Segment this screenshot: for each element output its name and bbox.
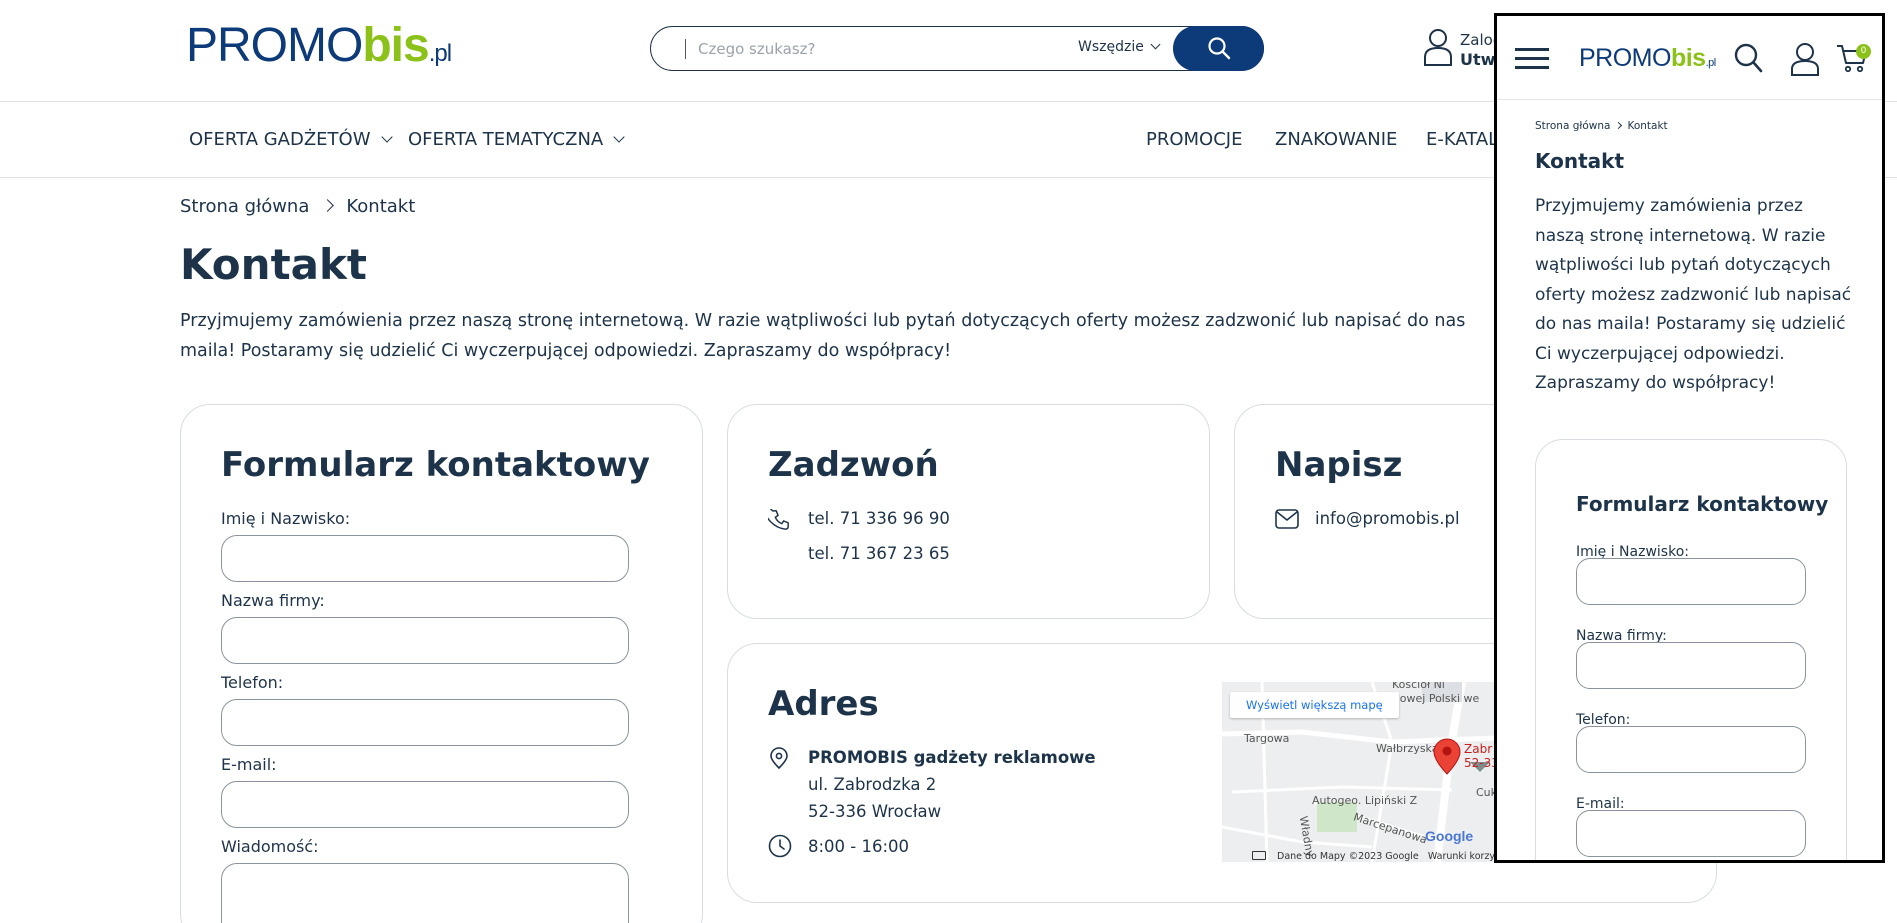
search-caret [685, 39, 686, 59]
nav-oferta-gadzetow-label: OFERTA GADŻETÓW [189, 129, 371, 150]
map-pin-label-1: Zabr [1464, 742, 1493, 756]
chevron-down-icon [380, 131, 393, 143]
breadcrumb-current: Kontakt [346, 196, 416, 217]
map-attribution-text: Dane do Mapy ©2023 Google [1277, 851, 1419, 862]
search-icon [1208, 37, 1231, 60]
search-bar: Wszędzie [650, 26, 1264, 71]
user-icon[interactable] [1421, 27, 1461, 67]
map-label-kosciol: Kościół Ni [1392, 682, 1445, 691]
search-input[interactable] [698, 33, 1038, 65]
email-field[interactable] [221, 781, 629, 828]
map-terms-link[interactable]: Warunki korzyst [1428, 851, 1504, 862]
map-label-polski: ólowej Polski we [1390, 692, 1480, 705]
nav-oferta-tematyczna[interactable]: OFERTA TEMATYCZNA [408, 129, 625, 150]
chevron-down-icon [1150, 39, 1161, 50]
mobile-logo-text-suffix: .pl [1705, 57, 1717, 69]
message-label: Wiadomość: [221, 837, 319, 856]
nav-e-katalog[interactable]: E-KATAL [1426, 129, 1498, 150]
address-city: 52-336 Wrocław [808, 802, 942, 821]
nav-oferta-tematyczna-label: OFERTA TEMATYCZNA [408, 129, 604, 150]
nav-promocje[interactable]: PROMOCJE [1146, 129, 1242, 150]
phone-label: Telefon: [221, 673, 284, 692]
page-intro: Przyjmujemy zamówienia przez naszą stron… [180, 311, 1466, 361]
message-field[interactable] [221, 863, 629, 923]
email-address[interactable]: info@promobis.pl [1315, 509, 1460, 528]
address-title: Adres [768, 684, 879, 724]
clock-icon [768, 834, 792, 858]
breadcrumb-home[interactable]: Strona główna [180, 196, 309, 217]
mobile-logo-text-accent: bis [1670, 44, 1706, 72]
keyboard-icon[interactable] [1252, 851, 1266, 860]
contact-form-card: Formularz kontaktowy Imię i Nazwisko: Na… [180, 404, 703, 923]
mobile-breadcrumb: Strona główna Kontakt [1535, 120, 1668, 132]
map-label-targowa: Targowa [1244, 732, 1290, 745]
mobile-promobis-logo[interactable]: PROMObis.pl [1579, 46, 1716, 71]
location-pin-icon [770, 747, 788, 769]
mobile-company-field[interactable] [1576, 642, 1806, 689]
mobile-contact-form-title: Formularz kontaktowy [1576, 492, 1829, 516]
nav-oferta-gadzetow[interactable]: OFERTA GADŻETÓW [189, 129, 393, 150]
mobile-phone-field[interactable] [1576, 726, 1806, 773]
hamburger-menu-icon[interactable] [1515, 48, 1549, 70]
map-label-walbrzyska: Wałbrzyska [1376, 742, 1439, 755]
logo-text-accent: bis [362, 19, 429, 72]
mobile-page-title: Kontakt [1535, 149, 1625, 173]
contact-form-title: Formularz kontaktowy [221, 445, 650, 485]
nav-znakowanie[interactable]: ZNAKOWANIE [1275, 129, 1397, 150]
company-label: Nazwa firmy: [221, 591, 325, 610]
google-map[interactable]: Targowa Wałbrzyska Autogeo. Lipiński Z M… [1222, 682, 1522, 862]
chevron-right-icon [321, 199, 335, 212]
mobile-logo-text-main: PROMO [1579, 44, 1671, 72]
name-field[interactable] [221, 535, 629, 582]
mobile-user-icon[interactable] [1790, 42, 1820, 76]
map-marker-icon[interactable] [1433, 737, 1461, 775]
promobis-logo[interactable]: PROMObis.pl [186, 19, 452, 72]
page-title: Kontakt [180, 240, 367, 289]
map-label-autogeo: Autogeo. Lipiński Z [1312, 794, 1418, 807]
phone-icon [768, 509, 789, 530]
write-title: Napisz [1275, 445, 1403, 485]
search-scope-select[interactable]: Wszędzie [1078, 39, 1161, 55]
address-street: ul. Zabrodzka 2 [808, 775, 937, 794]
map-attribution: Dane do Mapy ©2023 Google Warunki korzys… [1277, 851, 1504, 862]
chevron-right-icon [1615, 121, 1623, 130]
breadcrumb: Strona główna Kontakt [180, 196, 415, 217]
view-larger-map-button[interactable]: Wyświetl większą mapę [1230, 692, 1399, 718]
address-company: PROMOBIS gadżety reklamowe [808, 748, 1096, 767]
mobile-contact-form-card: Formularz kontaktowy Imię i Nazwisko: Na… [1535, 439, 1847, 860]
logo-text-suffix: .pl [428, 40, 452, 67]
name-label: Imię i Nazwisko: [221, 509, 351, 528]
mobile-header: PROMObis.pl 0 [1497, 16, 1882, 100]
search-button[interactable] [1173, 26, 1264, 71]
mobile-breadcrumb-home[interactable]: Strona główna [1535, 120, 1610, 132]
mobile-search-icon[interactable] [1733, 42, 1763, 74]
phone-number-1[interactable]: tel. 71 336 96 90 [808, 509, 950, 528]
mobile-breadcrumb-current: Kontakt [1627, 120, 1668, 132]
email-label: E-mail: [221, 755, 277, 774]
phone-field[interactable] [221, 699, 629, 746]
google-map-logo: Google [1425, 828, 1474, 844]
company-field[interactable] [221, 617, 629, 664]
phone-number-2[interactable]: tel. 71 367 23 65 [808, 544, 950, 563]
call-card: Zadzwoń tel. 71 336 96 90 tel. 71 367 23… [727, 404, 1210, 619]
search-scope-label: Wszędzie [1078, 39, 1144, 55]
call-title: Zadzwoń [768, 445, 939, 485]
mobile-page-intro: Przyjmujemy zamówienia przez naszą stron… [1535, 196, 1852, 393]
logo-text-main: PROMO [186, 19, 363, 72]
cart-count-badge: 0 [1856, 44, 1871, 59]
chevron-down-icon [613, 131, 625, 143]
mobile-email-field[interactable] [1576, 810, 1806, 857]
mobile-name-field[interactable] [1576, 558, 1806, 605]
mail-icon [1275, 509, 1299, 529]
opening-hours: 8:00 - 16:00 [808, 837, 910, 856]
mobile-preview: PROMObis.pl 0 Strona główna Kontakt Konta… [1494, 13, 1885, 863]
